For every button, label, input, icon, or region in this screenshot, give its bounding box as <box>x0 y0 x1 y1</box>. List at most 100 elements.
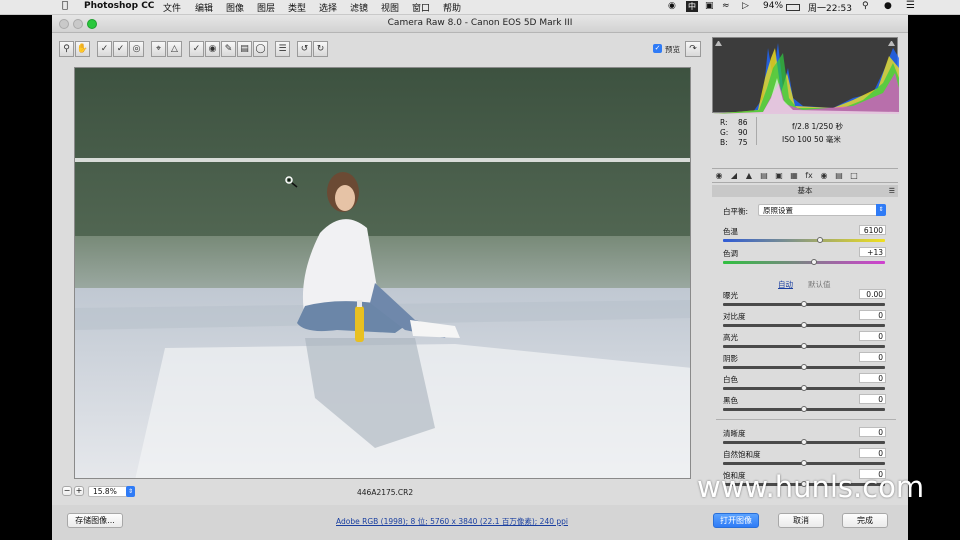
auto-link[interactable]: 自动 <box>778 279 793 290</box>
aperture-shutter: f/2.8 1/250 秒 <box>792 122 843 131</box>
panel-menu-icon[interactable]: ☰ <box>889 185 895 197</box>
slider-value[interactable]: 0 <box>859 352 886 362</box>
highlight-clipping-icon[interactable] <box>888 40 895 46</box>
slider-thumb[interactable] <box>810 259 817 265</box>
menu-layer[interactable]: 图层 <box>257 1 275 14</box>
presets-tab-icon[interactable]: ▤ <box>834 171 844 181</box>
menu-help[interactable]: 帮助 <box>443 1 461 14</box>
adjustment-brush-icon[interactable]: ✎ <box>221 41 236 57</box>
volume-icon[interactable]: ▷ <box>742 1 749 11</box>
record-icon[interactable]: ◉ <box>668 1 676 11</box>
hand-tool-icon[interactable]: ✋ <box>75 41 90 57</box>
slider-thumb[interactable] <box>801 439 807 445</box>
watermark: www.hunls.com <box>697 470 925 504</box>
red-eye-tool-icon[interactable]: ◉ <box>205 41 220 57</box>
menu-edit[interactable]: 编辑 <box>195 1 213 14</box>
tint-slider[interactable] <box>723 261 885 264</box>
slider-value[interactable]: 0 <box>859 331 886 341</box>
search-icon[interactable]: ⚲ <box>862 1 869 11</box>
status-bar: − + 15.8% ⇕ 446A2175.CR2 <box>52 483 708 501</box>
menu-image[interactable]: 图像 <box>226 1 244 14</box>
menu-select[interactable]: 选择 <box>319 1 337 14</box>
target-adjust-tool-icon[interactable]: ◎ <box>129 41 144 57</box>
preferences-icon[interactable]: ☰ <box>275 41 290 57</box>
slider-thumb[interactable] <box>801 385 807 391</box>
rotate-left-icon[interactable]: ↺ <box>297 41 312 57</box>
done-button[interactable]: 完成 <box>842 513 888 528</box>
clock[interactable]: 周一22:53 <box>808 1 852 14</box>
slider-thumb[interactable] <box>801 301 807 307</box>
iso-focal: ISO 100 50 毫米 <box>782 135 841 144</box>
menu-type[interactable]: 类型 <box>288 1 306 14</box>
slider-label: 清晰度 <box>723 429 746 438</box>
slider-value[interactable]: 0 <box>859 310 886 320</box>
slider-value[interactable]: 0 <box>859 448 886 458</box>
slider-label: 对比度 <box>723 312 746 321</box>
image-preview[interactable] <box>74 67 691 479</box>
slider-thumb[interactable] <box>801 322 807 328</box>
white-balance-select[interactable]: 原照设置 ⇕ <box>758 204 886 216</box>
tint-value[interactable]: +13 <box>859 247 886 257</box>
cancel-button[interactable]: 取消 <box>778 513 824 528</box>
radial-filter-icon[interactable]: ◯ <box>253 41 268 57</box>
wechat-icon[interactable]: ▣ <box>705 1 714 11</box>
menu-filter[interactable]: 滤镜 <box>350 1 368 14</box>
detail-tab-icon[interactable]: ▲ <box>744 171 754 181</box>
save-image-button[interactable]: 存储图像... <box>67 513 123 528</box>
hsl-tab-icon[interactable]: ▤ <box>759 171 769 181</box>
photo-canvas <box>75 68 690 478</box>
split-toning-tab-icon[interactable]: ▣ <box>774 171 784 181</box>
tone-curve-tab-icon[interactable]: ◢ <box>729 171 739 181</box>
slider-value[interactable]: 0 <box>859 394 886 404</box>
workflow-options-link[interactable]: Adobe RGB (1998); 8 位; 5760 x 3840 (22.1… <box>336 516 568 527</box>
temperature-slider[interactable] <box>723 239 885 242</box>
white-balance-tool-icon[interactable]: ✓ <box>97 41 112 57</box>
zoom-out-button[interactable]: − <box>62 486 72 496</box>
open-image-button[interactable]: 打开图像 <box>713 513 759 528</box>
preview-label: 预览 <box>665 45 680 54</box>
shadow-clipping-icon[interactable] <box>715 40 722 46</box>
temperature-value[interactable]: 6100 <box>859 225 886 235</box>
slider-thumb[interactable] <box>801 343 807 349</box>
panel-tabs: ◉ ◢ ▲ ▤ ▣ ▦ fx ◉ ▤ □ <box>712 168 898 183</box>
slider-value[interactable]: 0 <box>859 427 886 437</box>
adjustment-panel: R: 86 G: 90 B: 75 f/2.8 1/250 秒 ISO 100 … <box>708 33 908 505</box>
menu-window[interactable]: 窗口 <box>412 1 430 14</box>
snapshots-tab-icon[interactable]: □ <box>849 171 859 181</box>
color-sampler-tool-icon[interactable]: ✓ <box>113 41 128 57</box>
slider-value[interactable]: 0.00 <box>859 289 886 299</box>
menu-view[interactable]: 视图 <box>381 1 399 14</box>
apple-icon[interactable]:  <box>62 0 68 11</box>
zoom-tool-icon[interactable]: ⚲ <box>59 41 74 57</box>
spot-removal-tool-icon[interactable]: ✓ <box>189 41 204 57</box>
slider-thumb[interactable] <box>817 237 824 243</box>
notification-center-icon[interactable]: ☰ <box>906 0 915 11</box>
wifi-icon[interactable]: ≈ <box>722 1 730 11</box>
camera-calibration-tab-icon[interactable]: ◉ <box>819 171 829 181</box>
fullscreen-toggle-icon[interactable]: ↷ <box>685 41 701 57</box>
graduated-filter-icon[interactable]: ▤ <box>237 41 252 57</box>
tint-label: 色调 <box>723 249 738 258</box>
slider-thumb[interactable] <box>801 406 807 412</box>
menu-bar:  Photoshop CC 文件 编辑 图像 图层 类型 选择 滤镜 视图 窗… <box>0 0 960 15</box>
slider-thumb[interactable] <box>801 460 807 466</box>
slider-thumb[interactable] <box>801 364 807 370</box>
zoom-chevron-icon[interactable]: ⇕ <box>126 486 135 497</box>
basic-tab-icon[interactable]: ◉ <box>714 171 724 181</box>
file-name: 446A2175.CR2 <box>357 488 414 497</box>
preview-checkbox[interactable]: ✓ <box>653 44 662 53</box>
lens-tab-icon[interactable]: ▦ <box>789 171 799 181</box>
battery-icon[interactable] <box>786 4 800 11</box>
crop-tool-icon[interactable]: ⌖ <box>151 41 166 57</box>
menu-file[interactable]: 文件 <box>163 1 181 14</box>
slider-value[interactable]: 0 <box>859 373 886 383</box>
siri-icon[interactable]: ● <box>884 1 892 11</box>
zoom-in-button[interactable]: + <box>74 486 84 496</box>
straighten-tool-icon[interactable]: △ <box>167 41 182 57</box>
app-menu[interactable]: Photoshop CC <box>84 1 154 11</box>
rotate-right-icon[interactable]: ↻ <box>313 41 328 57</box>
effects-tab-icon[interactable]: fx <box>804 171 814 181</box>
histogram <box>712 37 899 114</box>
input-method-icon[interactable]: 中 <box>686 1 698 12</box>
default-link[interactable]: 默认值 <box>808 279 831 290</box>
